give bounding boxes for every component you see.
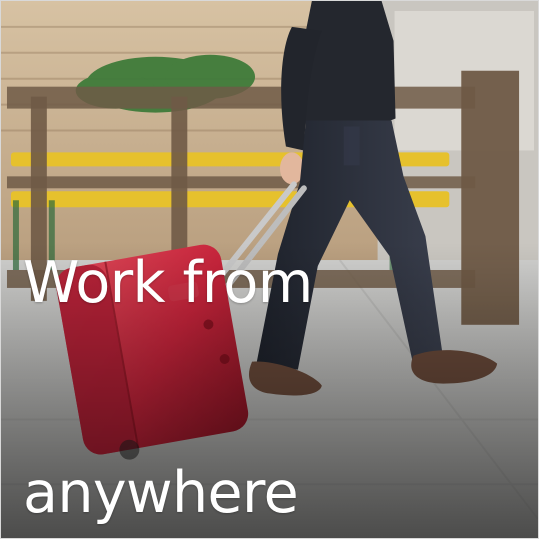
- tile-caption: Work from anywhere: [23, 178, 523, 528]
- caption-line-1: Work from: [23, 250, 313, 316]
- work-from-anywhere-tile[interactable]: Work from anywhere: [0, 0, 539, 539]
- caption-line-2: anywhere: [23, 460, 299, 526]
